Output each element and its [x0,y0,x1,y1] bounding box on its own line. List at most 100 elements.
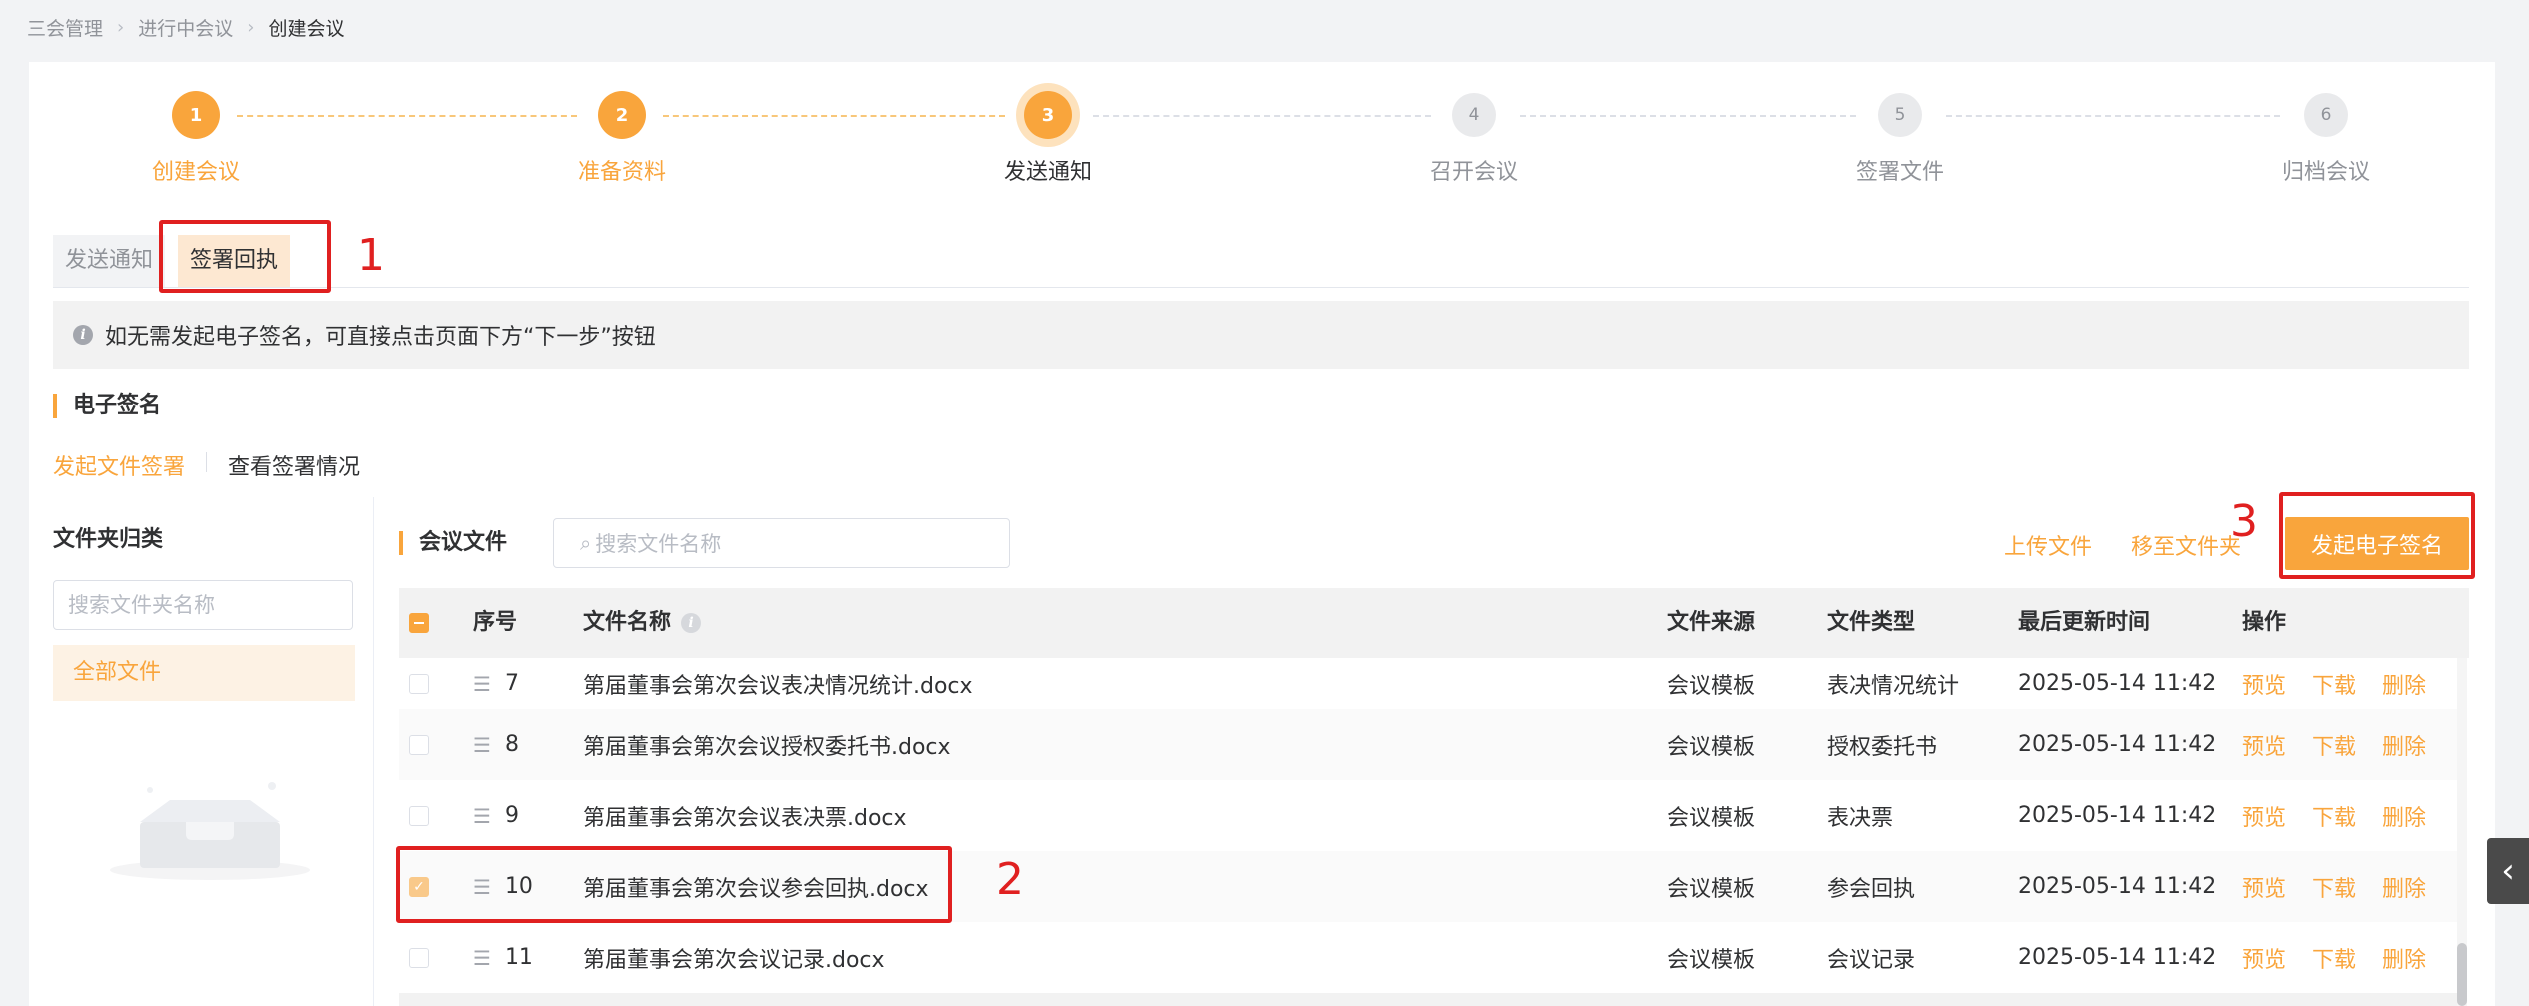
esign-section-title: 电子签名 [53,394,161,418]
drag-list-icon[interactable]: ☰ [473,733,491,757]
empty-box-icon [110,782,310,880]
folder-item-all-files[interactable]: 全部文件 [53,645,355,701]
preview-link[interactable]: 预览 [2242,942,2286,974]
row-name: 第届董事会第次会议表决情况统计.docx [583,673,973,699]
step-connector [237,115,577,117]
preview-link[interactable]: 预览 [2242,729,2286,761]
tab-send-notice[interactable]: 发送通知 [53,235,166,287]
header-source: 文件来源 [1667,610,1756,635]
annotation-box-1 [159,220,331,293]
panel-divider [373,497,374,1006]
annotation-box-2 [396,846,952,923]
row-no-cell: ☰ 11 [473,922,533,993]
row-checkbox[interactable] [409,947,429,968]
step-1-circle: 1 [172,91,220,139]
view-sign-status-link[interactable]: 查看签署情况 [228,449,360,481]
step-1-label: 创建会议 [151,160,240,185]
row-no: 8 [504,732,519,757]
row-no-cell: ☰ 9 [473,780,519,851]
preview-link[interactable]: 预览 [2242,800,2286,832]
step-5-label: 签署文件 [1855,160,1944,185]
row-name: 第届董事会第次会议授权委托书.docx [583,734,951,760]
table-header: 序号 文件名称 i 文件来源 文件类型 最后更新时间 操作 [399,588,2469,658]
table-row: ☰ 11 第届董事会第次会议记录.docx 会议模板 会议记录 2025-05-1… [399,922,2457,994]
row-updated: 2025-05-14 11:42 [2018,732,2217,757]
delete-link[interactable]: 删除 [2382,729,2426,761]
table-scrollbar-thumb[interactable] [2457,943,2467,1006]
delete-link[interactable]: 删除 [2382,668,2426,700]
step-2-circle: 2 [598,91,646,139]
info-icon[interactable]: i [681,613,702,633]
row-source: 会议模板 [1667,876,1756,902]
row-source: 会议模板 [1667,805,1756,831]
download-link[interactable]: 下载 [2312,729,2356,761]
row-updated: 2025-05-14 11:42 [2018,874,2217,899]
select-all-checkbox[interactable] [409,613,429,633]
row-type: 表决票 [1827,805,1894,831]
info-text: 如无需发起电子签名，可直接点击页面下方“下一步”按钮 [105,325,656,350]
row-checkbox[interactable] [409,673,429,694]
table-row: ☰ 7 第届董事会第次会议表决情况统计.docx 会议模板 表决情况统计 2025… [399,658,2457,710]
row-updated: 2025-05-14 11:42 [2018,945,2217,970]
step-4-circle: 4 [1452,93,1496,137]
header-name-cell: 文件名称 i [583,588,702,658]
file-search-placeholder: 搜索文件名称 [595,532,722,556]
download-link[interactable]: 下载 [2312,668,2356,700]
row-checkbox-cell [409,922,429,993]
delete-link[interactable]: 删除 [2382,871,2426,903]
download-link[interactable]: 下载 [2312,871,2356,903]
row-ops: 预览 下载 删除 [2242,922,2452,993]
step-connector [663,115,1005,117]
row-source: 会议模板 [1667,673,1756,699]
info-alert: i 如无需发起电子签名，可直接点击页面下方“下一步”按钮 [53,301,2469,369]
row-no-cell: ☰ 8 [473,709,519,780]
row-no: 11 [504,945,533,970]
row-checkbox[interactable] [409,734,429,755]
row-type: 会议记录 [1827,947,1916,973]
preview-link[interactable]: 预览 [2242,668,2286,700]
move-to-folder-link[interactable]: 移至文件夹 [2131,529,2241,561]
file-search-input[interactable]: ⌕ 搜索文件名称 [553,518,1010,568]
row-updated: 2025-05-14 11:42 [2018,803,2217,828]
drag-list-icon[interactable]: ☰ [473,946,491,970]
folder-search-input[interactable]: 搜索文件夹名称 [53,580,353,630]
row-name: 第届董事会第次会议表决票.docx [583,805,907,831]
collapse-chevron-left-icon[interactable]: ‹ [2487,838,2529,904]
drag-list-icon[interactable]: ☰ [473,804,491,828]
annotation-box-3 [2279,492,2475,579]
row-checkbox[interactable] [409,805,429,826]
annotation-label-1: 1 [357,230,385,281]
preview-link[interactable]: 预览 [2242,871,2286,903]
download-link[interactable]: 下载 [2312,942,2356,974]
step-6-circle: 6 [2304,93,2348,137]
delete-link[interactable]: 删除 [2382,800,2426,832]
step-6-label: 归档会议 [2281,160,2370,185]
search-icon: ⌕ [580,531,592,555]
row-no: 9 [504,803,519,828]
breadcrumb-item-ongoing[interactable]: 进行中会议 [138,14,233,41]
table-row: ☰ 9 第届董事会第次会议表决票.docx 会议模板 表决票 2025-05-14… [399,780,2457,852]
breadcrumb-item-current: 创建会议 [268,18,345,40]
row-source: 会议模板 [1667,947,1756,973]
header-type: 文件类型 [1827,610,1916,635]
step-4-label: 召开会议 [1429,160,1518,185]
table-row: ☰ 8 第届董事会第次会议授权委托书.docx 会议模板 授权委托书 2025-0… [399,709,2457,781]
header-ops: 操作 [2242,610,2287,635]
row-type: 参会回执 [1827,876,1916,902]
folder-panel-title: 文件夹归类 [53,527,164,552]
row-checkbox-cell [409,658,429,709]
row-ops: 预览 下载 删除 [2242,851,2452,922]
start-file-sign-link[interactable]: 发起文件签署 [53,449,185,481]
row-name: 第届董事会第次会议记录.docx [583,947,885,973]
files-panel-title: 会议文件 [399,531,507,555]
drag-list-icon[interactable]: ☰ [473,672,491,696]
breadcrumb-item-committee[interactable]: 三会管理 [27,14,103,41]
row-ops: 预览 下载 删除 [2242,780,2452,851]
upload-file-link[interactable]: 上传文件 [2004,529,2092,561]
row-ops: 预览 下载 删除 [2242,709,2452,780]
row-checkbox-cell [409,709,429,780]
header-updated: 最后更新时间 [2018,610,2151,635]
delete-link[interactable]: 删除 [2382,942,2426,974]
row-type: 表决情况统计 [1827,673,1960,699]
download-link[interactable]: 下载 [2312,800,2356,832]
